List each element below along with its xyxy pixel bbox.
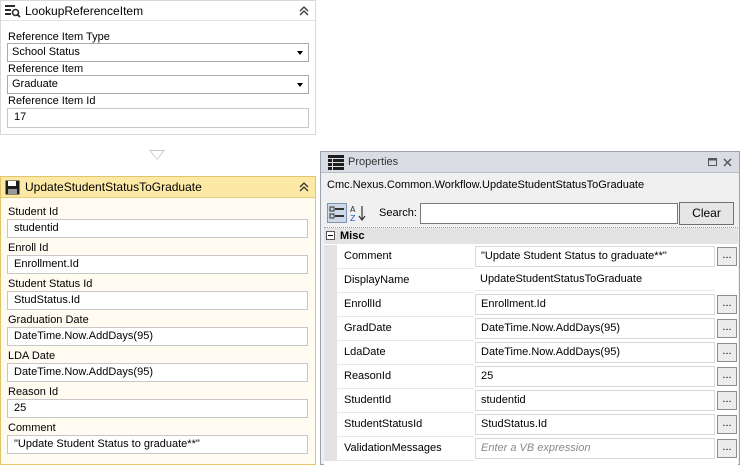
graddate-value-input[interactable]: DateTime.Now.AddDays(95) [475, 318, 715, 339]
flow-connector-arrow-icon [149, 150, 165, 160]
expression-editor-button[interactable]: ... [717, 295, 737, 314]
svg-text:A: A [350, 205, 356, 214]
reference-item-type-value: School Status [12, 46, 80, 58]
displayname-value-input[interactable]: UpdateStudentStatusToGraduate [475, 270, 715, 291]
enroll-id-label: Enroll Id [8, 242, 49, 254]
property-row-validationmessages[interactable]: ValidationMessages Enter a VB expression… [324, 437, 738, 461]
row-gutter [324, 437, 337, 461]
property-name: StudentId [337, 389, 474, 413]
reference-item-id-label: Reference Item Id [8, 95, 96, 107]
property-name: DisplayName [337, 269, 474, 293]
property-name: Comment [337, 245, 474, 269]
student-status-id-input[interactable]: StudStatus.Id [7, 291, 308, 310]
properties-panel: Properties Cmc.Nexus.Common.Workflow.Upd… [320, 151, 740, 467]
reason-id-input[interactable]: 25 [7, 399, 308, 418]
row-gutter [324, 365, 337, 389]
graduation-date-label: Graduation Date [8, 314, 89, 326]
property-search-input[interactable] [420, 203, 678, 224]
reference-item-type-select[interactable]: School Status [7, 43, 309, 62]
property-row-studentid[interactable]: StudentId studentid ... [324, 389, 738, 413]
dropdown-arrow-icon [297, 83, 303, 87]
row-gutter [324, 245, 337, 269]
collapse-chevron-icon[interactable] [298, 180, 310, 194]
property-row-comment[interactable]: Comment "Update Student Status to gradua… [324, 245, 738, 269]
validationmessages-value-input[interactable]: Enter a VB expression [475, 438, 715, 459]
category-label: Misc [340, 230, 365, 242]
row-gutter [324, 293, 337, 317]
property-row-displayname[interactable]: DisplayName UpdateStudentStatusToGraduat… [324, 269, 738, 293]
properties-title: Properties [348, 156, 399, 168]
lookup-activity-title: LookupReferenceItem [25, 3, 144, 18]
dropdown-arrow-icon [297, 51, 303, 55]
property-name: LdaDate [337, 341, 474, 365]
row-gutter [324, 341, 337, 365]
lookup-activity-header[interactable]: LookupReferenceItem [1, 1, 315, 21]
enrollid-value-input[interactable]: Enrollment.Id [475, 294, 715, 315]
row-gutter [324, 389, 337, 413]
reference-item-select[interactable]: Graduate [7, 75, 309, 94]
comment-label: Comment [8, 422, 56, 434]
expression-editor-button[interactable]: ... [717, 319, 737, 338]
reason-id-label: Reason Id [8, 386, 59, 398]
property-name: EnrollId [337, 293, 474, 317]
property-name: GradDate [337, 317, 474, 341]
comment-input[interactable]: "Update Student Status to graduate**" [7, 435, 308, 454]
property-row-enrollid[interactable]: EnrollId Enrollment.Id ... [324, 293, 738, 317]
lookup-reference-item-activity[interactable]: LookupReferenceItem Reference Item Type … [0, 0, 316, 135]
graduation-date-input[interactable]: DateTime.Now.AddDays(95) [7, 327, 308, 346]
student-id-label: Student Id [8, 206, 59, 218]
expression-editor-button[interactable]: ... [717, 415, 737, 434]
misc-category-row[interactable]: Misc [324, 228, 738, 244]
collapse-chevron-icon[interactable] [298, 4, 310, 18]
reference-item-type-label: Reference Item Type [8, 31, 110, 43]
update-activity-title: UpdateStudentStatusToGraduate [25, 180, 202, 194]
studentstatusid-value-input[interactable]: StudStatus.Id [475, 414, 715, 435]
enroll-id-input[interactable]: Enrollment.Id [7, 255, 308, 274]
property-row-reasonid[interactable]: ReasonId 25 ... [324, 365, 738, 389]
restore-window-icon[interactable] [708, 158, 717, 166]
row-gutter [324, 317, 337, 341]
property-name: StudentStatusId [337, 413, 474, 437]
studentid-value-input[interactable]: studentid [475, 390, 715, 411]
lda-date-input[interactable]: DateTime.Now.AddDays(95) [7, 363, 308, 382]
clear-search-button[interactable]: Clear [679, 202, 734, 225]
save-disk-icon [5, 180, 20, 195]
student-status-id-label: Student Status Id [8, 278, 93, 290]
collapse-category-icon[interactable] [326, 231, 335, 240]
property-row-graddate[interactable]: GradDate DateTime.Now.AddDays(95) ... [324, 317, 738, 341]
expression-editor-button[interactable]: ... [717, 247, 737, 266]
row-gutter [324, 269, 337, 293]
expression-editor-button[interactable]: ... [717, 343, 737, 362]
sort-alphabetical-icon[interactable]: A Z [348, 203, 368, 223]
expression-editor-button[interactable]: ... [717, 391, 737, 410]
lookup-activity-icon [5, 5, 21, 18]
lda-date-label: LDA Date [8, 350, 56, 362]
close-icon[interactable] [723, 158, 732, 167]
reference-item-label: Reference Item [8, 63, 84, 75]
reference-item-id-input[interactable]: 17 [7, 108, 309, 128]
categorized-view-icon[interactable] [327, 203, 347, 223]
properties-grid-icon [328, 155, 344, 170]
property-name: ValidationMessages [337, 437, 474, 461]
student-id-input[interactable]: studentid [7, 219, 308, 238]
row-gutter [324, 413, 337, 437]
comment-value-input[interactable]: "Update Student Status to graduate**" [475, 246, 715, 267]
search-label: Search: [379, 207, 417, 219]
expression-editor-button[interactable]: ... [717, 439, 737, 458]
selected-activity-type: Cmc.Nexus.Common.Workflow.UpdateStudentS… [327, 179, 645, 191]
update-activity-header[interactable]: UpdateStudentStatusToGraduate [1, 177, 315, 198]
property-name: ReasonId [337, 365, 474, 389]
ldadate-value-input[interactable]: DateTime.Now.AddDays(95) [475, 342, 715, 363]
property-grid: Misc Comment "Update Student Status to g… [324, 227, 738, 467]
reasonid-value-input[interactable]: 25 [475, 366, 715, 387]
reference-item-value: Graduate [12, 78, 58, 90]
properties-title-bar[interactable]: Properties [321, 152, 739, 173]
svg-text:Z: Z [350, 214, 356, 223]
update-student-status-activity[interactable]: UpdateStudentStatusToGraduate Student Id… [0, 176, 316, 465]
property-row-ldadate[interactable]: LdaDate DateTime.Now.AddDays(95) ... [324, 341, 738, 365]
property-row-studentstatusid[interactable]: StudentStatusId StudStatus.Id ... [324, 413, 738, 437]
properties-toolbar: A Z Search: Clear [321, 200, 739, 226]
expression-editor-button[interactable]: ... [717, 367, 737, 386]
